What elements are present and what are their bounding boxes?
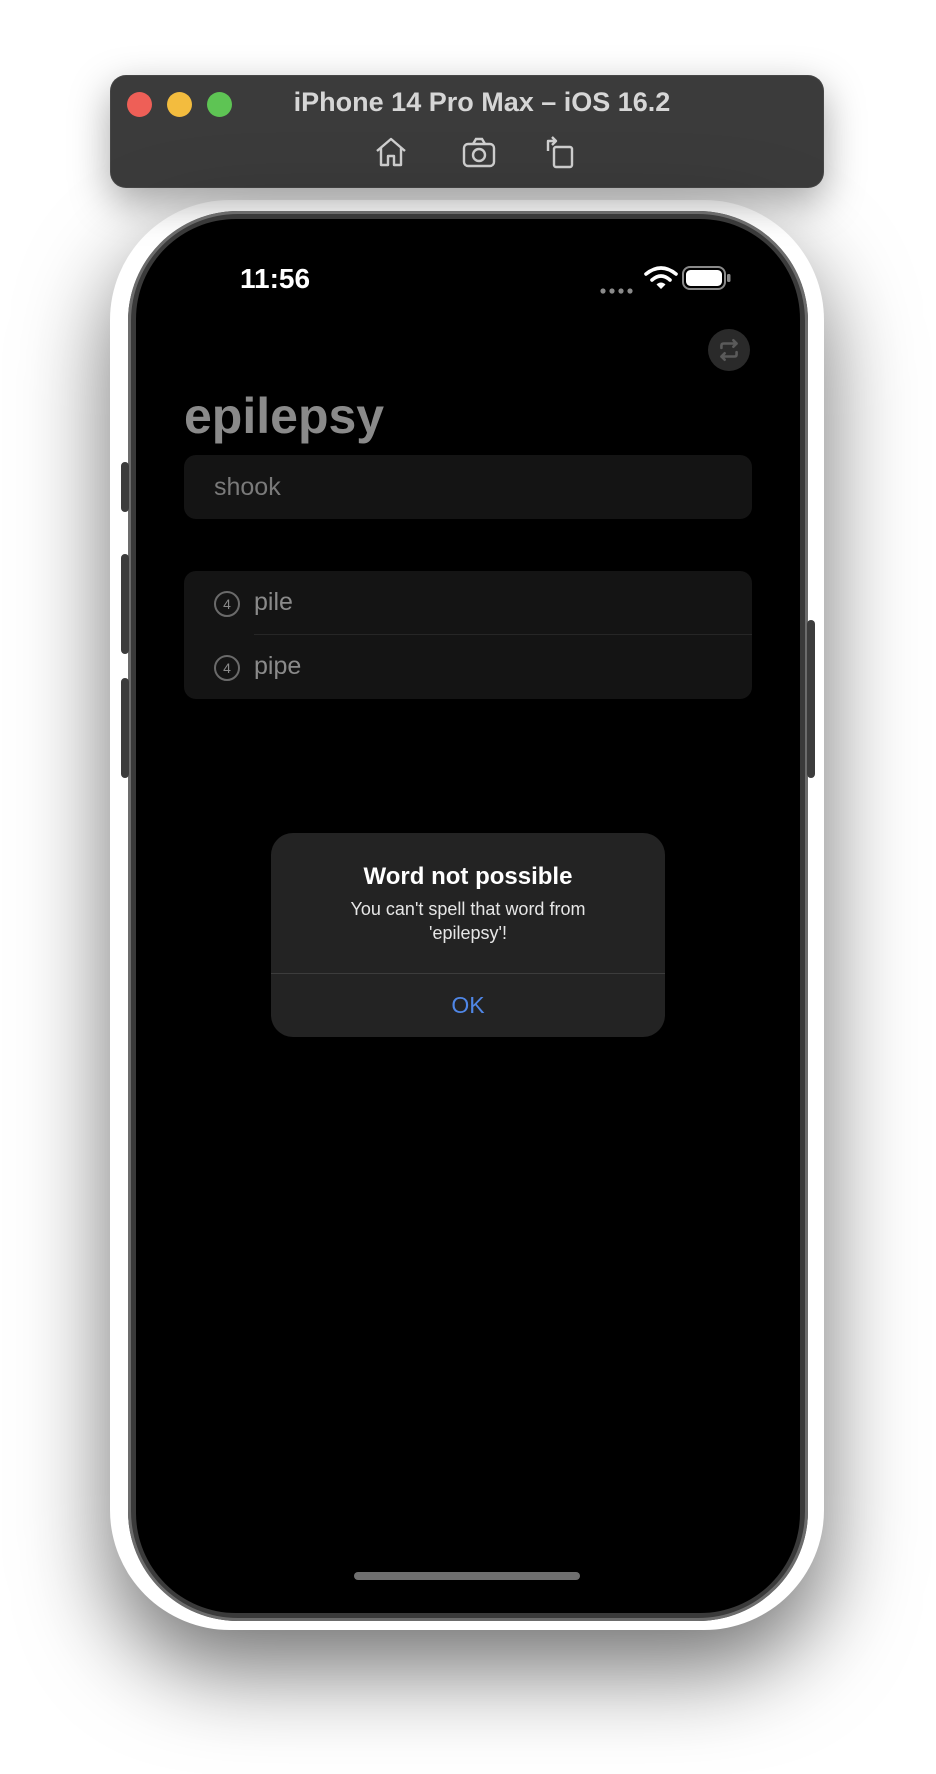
wifi-icon bbox=[644, 265, 678, 291]
used-words-list: 4 pile 4 pipe bbox=[184, 571, 752, 699]
alert-dialog: Word not possible You can't spell that w… bbox=[271, 833, 665, 1037]
word-entry-field[interactable]: shook bbox=[184, 455, 752, 519]
list-item: 4 pile bbox=[184, 571, 752, 635]
cellular-signal-icon bbox=[600, 281, 636, 294]
simulator-toolbar: iPhone 14 Pro Max – iOS 16.2 bbox=[110, 75, 824, 188]
new-word-button[interactable] bbox=[708, 329, 750, 371]
volume-up-button bbox=[121, 554, 129, 654]
letter-count-badge: 4 bbox=[214, 591, 240, 617]
volume-down-button bbox=[121, 678, 129, 778]
dynamic-island bbox=[382, 241, 554, 291]
ok-button[interactable]: OK bbox=[271, 974, 665, 1037]
battery-icon bbox=[682, 266, 732, 290]
home-indicator[interactable] bbox=[354, 1572, 580, 1580]
letter-count-badge: 4 bbox=[214, 655, 240, 681]
word-label: pipe bbox=[254, 652, 302, 680]
action-button bbox=[121, 462, 129, 512]
simulator-title: iPhone 14 Pro Max – iOS 16.2 bbox=[293, 87, 671, 117]
alert-title: Word not possible bbox=[363, 863, 573, 890]
word-label: pile bbox=[254, 588, 293, 616]
alert-message: You can't spell that word from 'epilepsy… bbox=[350, 899, 586, 943]
root-word-title: epilepsy bbox=[184, 388, 385, 444]
screenshot-icon[interactable] bbox=[460, 133, 498, 171]
rotate-icon[interactable] bbox=[540, 133, 578, 171]
list-item: 4 pipe bbox=[184, 635, 752, 699]
status-time: 11:56 bbox=[240, 263, 311, 294]
repeat-icon bbox=[720, 338, 738, 362]
device-screen: 11:56 epilepsy shook 4 pile 4 pipe Word … bbox=[136, 219, 800, 1613]
side-button bbox=[807, 620, 815, 778]
home-icon[interactable] bbox=[372, 133, 410, 171]
